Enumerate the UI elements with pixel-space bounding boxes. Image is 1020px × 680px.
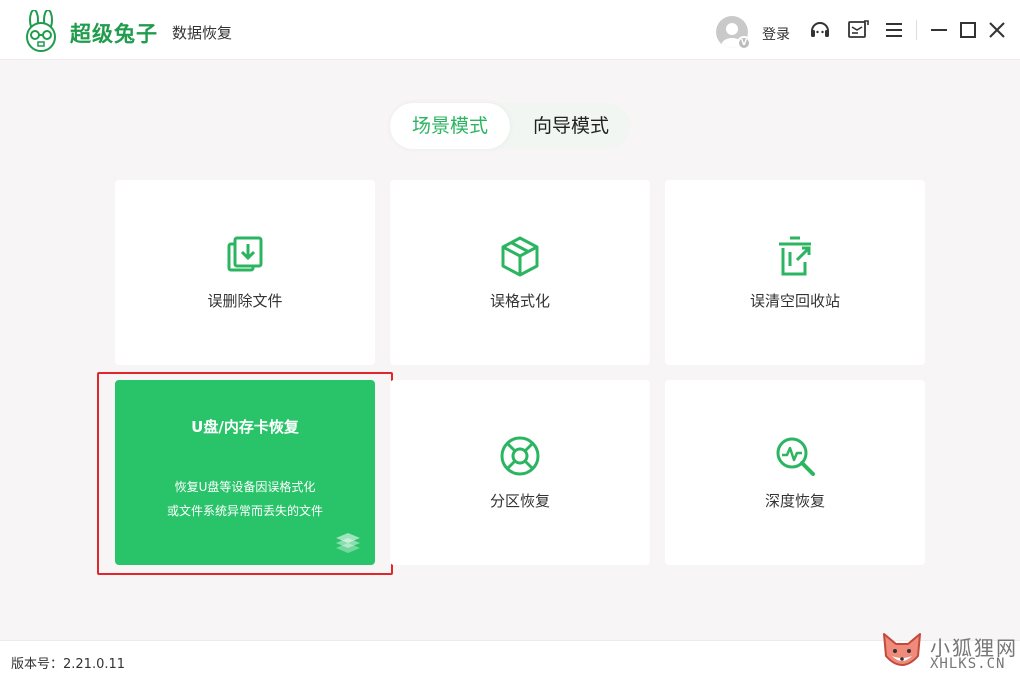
maximize-icon[interactable]: [956, 18, 980, 42]
headset-icon[interactable]: [808, 18, 832, 42]
card-formatted[interactable]: 误格式化: [390, 180, 650, 365]
card-deleted-files[interactable]: 误删除文件: [115, 180, 375, 365]
login-link[interactable]: 登录: [762, 24, 790, 44]
message-icon[interactable]: [846, 18, 870, 42]
brand-subtitle: 数据恢复: [172, 24, 233, 42]
menu-icon[interactable]: [882, 18, 906, 42]
brand-name: 超级兔子: [70, 21, 158, 46]
vip-badge: V: [737, 36, 751, 50]
recycle-bin-icon: [779, 236, 811, 276]
cube-icon: [501, 236, 539, 277]
card-recycle-bin[interactable]: 误清空回收站: [665, 180, 925, 365]
tab-scene-mode[interactable]: 场景模式: [390, 103, 510, 149]
mode-switch: 场景模式 向导模式: [390, 103, 630, 149]
card-label: 误格式化: [489, 292, 550, 310]
deep-scan-icon: [776, 437, 815, 476]
card-partition-recovery[interactable]: 分区恢复: [390, 380, 650, 565]
card-label: 深度恢复: [764, 492, 825, 510]
tab-wizard-mode[interactable]: 向导模式: [512, 103, 630, 149]
partition-icon: [500, 436, 540, 476]
card-label: 误清空回收站: [749, 292, 840, 310]
card-label: 分区恢复: [489, 492, 550, 510]
watermark-domain: XHLKS.CN: [930, 656, 1006, 672]
toolbar-divider: [916, 20, 917, 40]
file-restore-icon: [227, 236, 263, 272]
fox-watermark-icon: [883, 633, 921, 666]
card-label: 误删除文件: [207, 292, 283, 310]
close-icon[interactable]: [985, 18, 1009, 42]
rabbit-logo-icon: [26, 10, 56, 52]
highlight-frame: [97, 372, 393, 575]
minimize-icon[interactable]: [927, 18, 951, 42]
version-label: 版本号：2.21.0.11: [11, 657, 126, 672]
title-bar: 超级兔子 数据恢复 V 登录: [0, 0, 1020, 60]
status-bar: 版本号：2.21.0.11: [0, 640, 1020, 680]
card-deep-recovery[interactable]: 深度恢复: [665, 380, 925, 565]
